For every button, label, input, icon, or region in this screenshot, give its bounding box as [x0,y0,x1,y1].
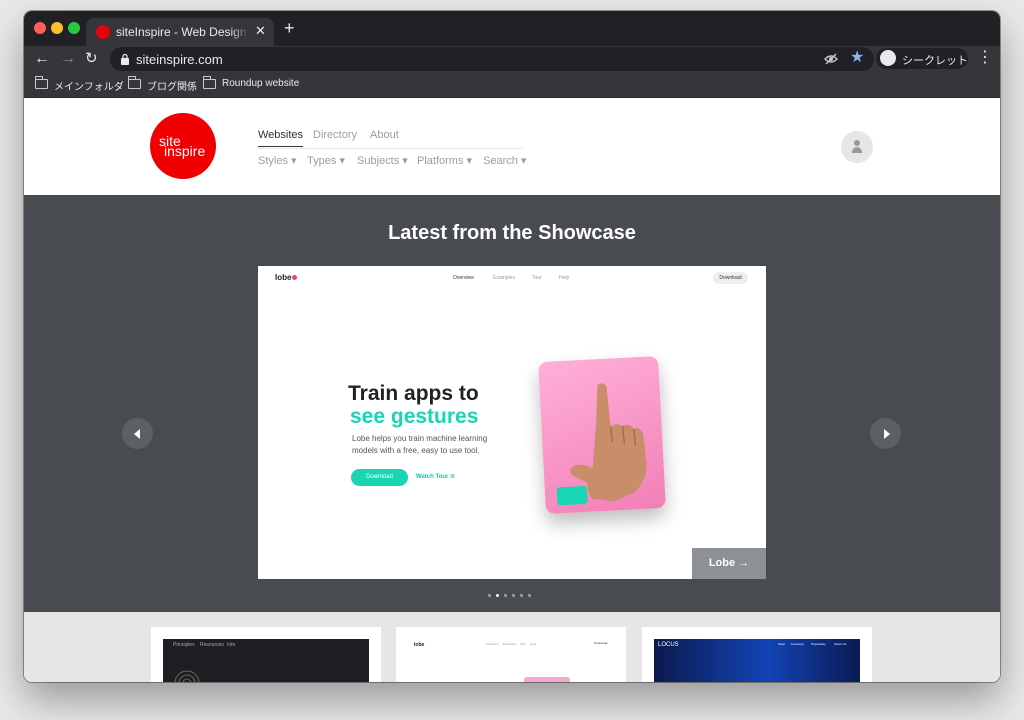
thumb-nav-item: Info [227,642,236,648]
close-window-button[interactable] [34,22,46,34]
nav-styles-dropdown[interactable]: Styles ▾ [258,154,297,167]
slide-headline-line1: Train apps to [348,382,479,405]
browser-tab[interactable]: siteInspire - Web Design Inspiration ✕ [86,18,274,46]
url-text[interactable]: siteinspire.com [136,52,223,67]
thumb-nav-item: Resources [200,642,224,648]
carousel-dot[interactable] [504,594,507,597]
thumb-button: Download [594,641,608,645]
slide-download-pill: Download [713,272,748,284]
address-bar[interactable]: siteinspire.com ★ [110,47,874,71]
nav-divider [258,148,523,149]
folder-icon [35,76,48,89]
bookmarks-bar: メインフォルダ ブログ関係 Roundup website [24,72,1000,98]
tab-strip: siteInspire - Web Design Inspiration ✕ + [24,11,1000,46]
thumb-logo: lobe [414,642,425,648]
bookmark-label: Roundup website [222,78,300,89]
slide-nav-item: Examples [493,275,515,281]
star-icon[interactable]: ★ [850,49,864,67]
back-arrow-icon[interactable]: ← [34,49,50,69]
thumb-nav-item: Licensing [791,642,804,646]
thumb-nav-item: Examples [503,642,517,646]
site-thumbnail[interactable]: Principles Resources Info [151,627,381,682]
nav-websites[interactable]: Websites [258,129,304,147]
nav-platforms-dropdown[interactable]: Platforms ▾ [417,154,472,167]
bookmark-label: ブログ関係 [147,82,197,93]
slide-headline-line2: see gestures [350,405,479,428]
nav-about[interactable]: About [370,129,399,141]
incognito-icon [880,50,896,66]
thumbnail-image: LOCUS Shop Licensing Proprietary About U… [654,639,860,682]
tab-title: siteInspire - Web Design Inspiration [116,25,250,39]
thumb-nav-item: Overview [486,642,499,646]
lobe-logo-mark-icon [292,275,298,280]
thumb-pink-card [524,677,570,682]
carousel-slide[interactable]: lobe Overview Examples Tour Help Downloa… [258,266,766,579]
slide-nav-item: Help [559,275,570,281]
carousel-dot[interactable] [512,594,515,597]
thumb-nav-item: Help [530,642,537,646]
thumbnail-image: lobe Overview Examples Tour Help Downloa… [408,639,614,682]
concentric-circles-icon [174,670,200,682]
site-header: site inspire Websites Directory About St… [24,98,1000,195]
new-tab-button[interactable]: + [284,19,295,37]
incognito-indicator[interactable]: シークレット [876,48,968,69]
incognito-label: シークレット [902,55,968,67]
slide-site-link[interactable]: Lobe → [692,548,766,579]
lobe-logo: lobe [275,273,298,282]
tab-close-icon[interactable]: ✕ [255,23,266,39]
nav-directory[interactable]: Directory [313,129,357,141]
nav-types-dropdown[interactable]: Types ▾ [307,154,345,167]
minimize-window-button[interactable] [51,22,63,34]
menu-dots-icon[interactable]: ⋮ [977,49,993,67]
lobe-logo-text: lobe [275,273,292,282]
user-icon [854,140,860,146]
thumbnail-image: Principles Resources Info [163,639,369,682]
user-icon-body [852,147,862,153]
showcase-title: Latest from the Showcase [388,222,636,244]
slide-watch-tour-link: Watch Tour ⊙ [416,474,456,480]
nav-search-dropdown[interactable]: Search ▾ [483,154,526,167]
thumb-nav-item: Principles [173,642,195,648]
eye-off-icon[interactable] [824,52,838,66]
site-thumbnail[interactable]: LOCUS Shop Licensing Proprietary About U… [642,627,872,682]
reload-icon[interactable]: ↻ [85,49,98,69]
zoom-window-button[interactable] [68,22,80,34]
carousel-prev-button[interactable] [122,418,153,449]
siteinspire-favicon-icon [96,25,110,39]
carousel-dots [488,594,536,600]
user-account-button[interactable] [841,131,873,163]
nav-subjects-dropdown[interactable]: Subjects ▾ [357,154,408,167]
lock-icon [121,53,129,65]
browser-toolbar: ← → ↻ siteinspire.com ★ シークレット ⋮ [24,46,1000,72]
slide-description: Lobe helps you train machine learning mo… [352,434,488,455]
folder-icon [203,76,216,89]
thumb-logo: LOCUS [658,642,679,648]
forward-arrow-icon[interactable]: → [60,49,76,69]
siteinspire-logo[interactable]: site inspire [150,113,216,179]
web-page: site inspire Websites Directory About St… [24,98,1000,682]
hand-gesture-card [538,355,666,515]
carousel-dot-active[interactable] [496,594,499,597]
slide-nav-item: Tour [532,275,542,281]
thumb-nav-item: Shop [778,642,786,646]
carousel-dot[interactable] [488,594,491,597]
carousel-dot[interactable] [520,594,523,597]
folder-icon [128,76,141,89]
thumb-nav-item: Proprietary [811,642,826,646]
browser-window: siteInspire - Web Design Inspiration ✕ +… [24,11,1000,682]
logo-text-inspire: inspire [164,143,206,159]
slide-nav-item: Overview [453,275,474,281]
carousel-dot[interactable] [528,594,531,597]
card-action-button [556,485,588,506]
thumb-nav-item: About Us [834,642,847,646]
thumb-nav-item: Tour [520,642,526,646]
carousel-next-button[interactable] [870,418,901,449]
site-thumbnail[interactable]: lobe Overview Examples Tour Help Downloa… [396,627,626,682]
showcase-section: Latest from the Showcase lobe Overview E… [24,195,1000,612]
site-thumbnails-row: Principles Resources Info lobe Overview … [24,612,1000,682]
bookmark-label: メインフォルダ [54,82,124,93]
slide-download-button: Download [351,469,408,486]
